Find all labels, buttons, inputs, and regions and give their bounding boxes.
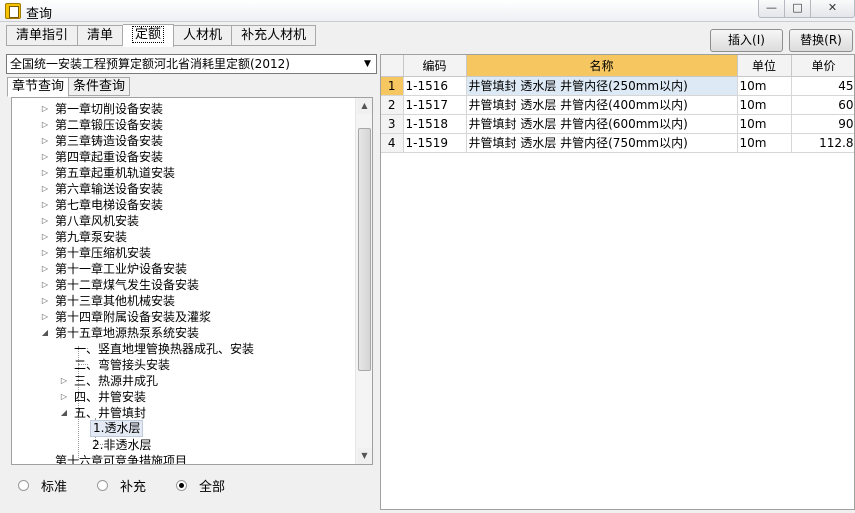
expand-arrow-icon[interactable]: ▷ xyxy=(40,229,50,245)
collapse-arrow-icon[interactable]: ◢ xyxy=(40,325,50,341)
cell-name[interactable]: 井管填封 透水层 井管内径(600mm以内) xyxy=(466,114,738,134)
expand-arrow-icon[interactable]: ▷ xyxy=(59,373,69,389)
replace-button[interactable]: 替换(R) xyxy=(789,29,853,52)
expand-arrow-icon[interactable]: ▷ xyxy=(40,181,50,197)
radio-standard[interactable]: 标准 xyxy=(18,476,67,495)
radio-indicator[interactable] xyxy=(18,480,29,491)
tab-bill-guide[interactable]: 清单指引 xyxy=(6,25,79,46)
scroll-down-arrow-icon[interactable]: ▼ xyxy=(357,448,372,464)
tab-materials[interactable]: 人材机 xyxy=(174,25,233,46)
table-row[interactable]: 4 1-1519 井管填封 透水层 井管内径(750mm以内) 10m 112.… xyxy=(381,133,854,153)
expand-arrow-icon[interactable]: ▷ xyxy=(40,213,50,229)
window-title: 查询 xyxy=(26,7,53,22)
expand-arrow-icon[interactable]: ▷ xyxy=(40,117,50,133)
title-bar: 查询 — □ ✕ xyxy=(0,0,855,22)
column-header-price[interactable]: 单价 xyxy=(791,55,854,77)
quota-grid: 编码 名称 单位 单价 1 1-1516 井管填封 透水层 井管内径(250mm… xyxy=(380,54,855,510)
column-header-code[interactable]: 编码 xyxy=(403,55,467,77)
radio-supplementary[interactable]: 补充 xyxy=(97,476,146,495)
tab-supplementary-materials[interactable]: 补充人材机 xyxy=(232,25,317,46)
table-row[interactable]: 2 1-1517 井管填封 透水层 井管内径(400mm以内) 10m 60 xyxy=(381,95,854,115)
radio-indicator[interactable] xyxy=(97,480,109,491)
expand-arrow-icon[interactable]: ▷ xyxy=(40,149,50,165)
collapse-arrow-icon[interactable]: ◢ xyxy=(59,405,69,421)
grid-header-row: 编码 名称 单位 单价 xyxy=(381,55,854,77)
table-row[interactable]: 1 1-1516 井管填封 透水层 井管内径(250mm以内) 10m 45 xyxy=(381,76,854,96)
chapter-tree[interactable]: ▷ 第一章切削设备安装 ▷ 第二章锻压设备安装 ▷ 第三章铸造设备安装 ▷ 第四章起重设… xyxy=(11,97,373,465)
cell-name[interactable]: 井管填封 透水层 井管内径(400mm以内) xyxy=(466,95,738,115)
expand-arrow-icon[interactable]: ▷ xyxy=(40,261,50,277)
cell-price[interactable]: 112.8 xyxy=(791,133,854,153)
expand-arrow-icon[interactable]: ▷ xyxy=(40,165,50,181)
cell-price[interactable]: 60 xyxy=(791,95,854,115)
expand-arrow-icon[interactable]: ▷ xyxy=(40,245,50,261)
expand-arrow-icon[interactable]: ▷ xyxy=(40,197,50,213)
scroll-up-arrow-icon[interactable]: ▲ xyxy=(357,98,372,114)
expand-arrow-icon[interactable]: ▷ xyxy=(40,133,50,149)
tab-bill[interactable]: 清单 xyxy=(78,25,124,46)
tree-scrollbar[interactable]: ▲ ▼ xyxy=(355,98,372,464)
expand-arrow-icon[interactable]: ▷ xyxy=(59,389,69,405)
cell-code[interactable]: 1-1516 xyxy=(403,76,467,96)
tab-condition-query[interactable]: 条件查询 xyxy=(68,77,131,96)
cell-name[interactable]: 井管填封 透水层 井管内径(750mm以内) xyxy=(466,133,738,153)
quota-library-select[interactable]: 全国统一安装工程预算定额河北省消耗里定额(2012) ▼ xyxy=(6,54,377,74)
filter-radio-group: 标准 补充 全部 xyxy=(18,476,255,495)
cell-unit[interactable]: 10m xyxy=(737,114,792,134)
table-row[interactable]: 3 1-1518 井管填封 透水层 井管内径(600mm以内) 10m 90 xyxy=(381,114,854,134)
scrollbar-thumb[interactable] xyxy=(358,128,371,371)
main-tabs: 清单指引 清单 定额 人材机 补充人材机 xyxy=(6,24,317,47)
tab-quota[interactable]: 定额 xyxy=(123,24,175,47)
cell-code[interactable]: 1-1517 xyxy=(403,95,467,115)
radio-all[interactable]: 全部 xyxy=(176,476,225,495)
expand-arrow-icon[interactable]: ▷ xyxy=(40,309,50,325)
cell-name[interactable]: 井管填封 透水层 井管内径(250mm以内) xyxy=(466,76,738,96)
app-icon xyxy=(5,3,21,19)
expand-arrow-icon[interactable]: ▷ xyxy=(40,101,50,117)
expand-arrow-icon[interactable]: ▷ xyxy=(40,277,50,293)
close-button[interactable]: ✕ xyxy=(810,0,855,18)
expand-arrow-icon[interactable]: ▷ xyxy=(40,293,50,309)
minimize-button[interactable]: — xyxy=(758,0,785,18)
cell-unit[interactable]: 10m xyxy=(737,133,792,153)
cell-price[interactable]: 90 xyxy=(791,114,854,134)
cell-code[interactable]: 1-1518 xyxy=(403,114,467,134)
chevron-down-icon[interactable]: ▼ xyxy=(359,55,376,73)
row-number: 3 xyxy=(381,114,404,134)
cell-code[interactable]: 1-1519 xyxy=(403,133,467,153)
column-header-unit[interactable]: 单位 xyxy=(737,55,792,77)
insert-button[interactable]: 插入(I) xyxy=(710,29,783,52)
cell-price[interactable]: 45 xyxy=(791,76,854,96)
row-number: 2 xyxy=(381,95,404,115)
query-tabs: 章节查询 条件查询 xyxy=(7,77,131,97)
cell-unit[interactable]: 10m xyxy=(737,76,792,96)
row-number-header xyxy=(381,55,404,77)
tab-chapter-query[interactable]: 章节查询 xyxy=(7,77,70,97)
cell-unit[interactable]: 10m xyxy=(737,95,792,115)
radio-indicator-checked[interactable] xyxy=(176,480,188,491)
row-number: 4 xyxy=(381,133,404,153)
column-header-name[interactable]: 名称 xyxy=(466,55,738,77)
quota-library-value: 全国统一安装工程预算定额河北省消耗里定额(2012) xyxy=(10,57,290,71)
maximize-button[interactable]: □ xyxy=(784,0,811,18)
row-number: 1 xyxy=(381,76,404,96)
